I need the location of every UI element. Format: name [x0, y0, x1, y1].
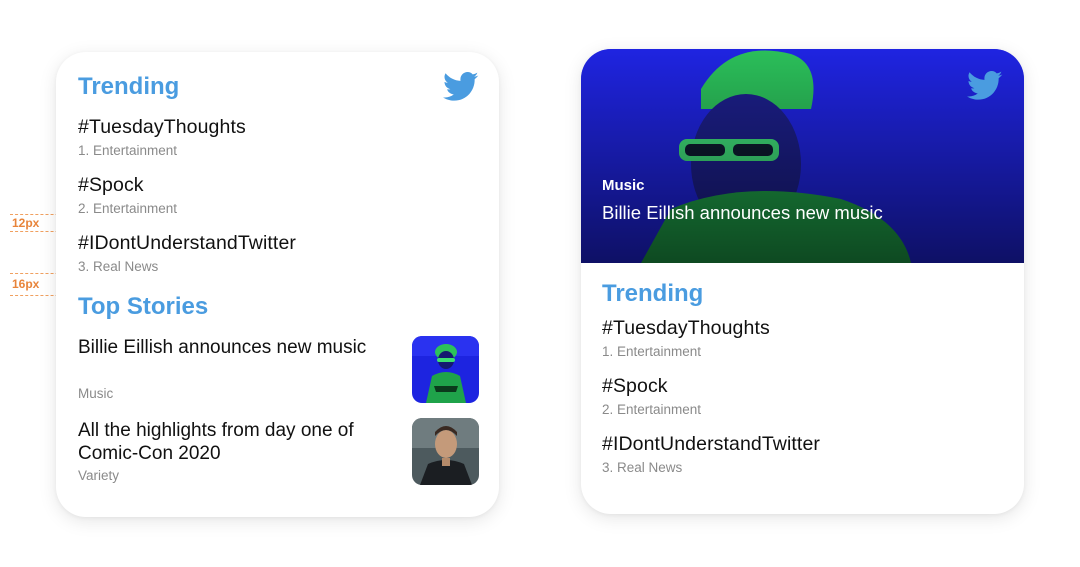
- trend-item-tag[interactable]: #TuesdayThoughts: [602, 317, 770, 340]
- widget-showcase: 12px 16px Trending #TuesdayThoughts 1. E…: [0, 0, 1080, 567]
- trend-item-tag[interactable]: #IDontUnderstandTwitter: [78, 232, 296, 255]
- story-thumbnail[interactable]: [412, 336, 479, 403]
- story-headline[interactable]: Billie Eillish announces new music: [78, 336, 398, 359]
- trend-item-category: 2. Entertainment: [602, 402, 702, 417]
- trend-item-tag[interactable]: #IDontUnderstandTwitter: [602, 433, 820, 456]
- top-stories-heading: Top Stories: [78, 293, 209, 320]
- story-source: Variety: [78, 468, 120, 483]
- twitter-bird-icon: [967, 71, 1003, 101]
- trend-item-category: 3. Real News: [602, 460, 683, 475]
- hero-image: [581, 49, 1024, 263]
- trend-item-category: 1. Entertainment: [78, 143, 178, 158]
- trending-heading: Trending: [78, 73, 180, 100]
- trend-item-category: 3. Real News: [78, 259, 159, 274]
- trend-item-tag[interactable]: #TuesdayThoughts: [78, 116, 246, 139]
- twitter-bird-icon: [443, 72, 479, 102]
- trend-item-category: 1. Entertainment: [602, 344, 702, 359]
- hero-story[interactable]: Music Billie Eillish announces new music: [581, 49, 1024, 263]
- trending-widget-large[interactable]: Trending #TuesdayThoughts 1. Entertainme…: [56, 52, 499, 517]
- spacing-label-12: 12px: [12, 216, 40, 230]
- story-source: Music: [78, 386, 114, 401]
- hero-headline[interactable]: Billie Eillish announces new music: [602, 201, 902, 224]
- trending-widget-hero[interactable]: Music Billie Eillish announces new music…: [581, 49, 1024, 514]
- trend-item-category: 2. Entertainment: [78, 201, 178, 216]
- trend-item-tag[interactable]: #Spock: [78, 174, 144, 197]
- hero-category: Music: [602, 177, 645, 194]
- spacing-label-16: 16px: [12, 277, 40, 291]
- story-thumbnail[interactable]: [412, 418, 479, 485]
- story-headline[interactable]: All the highlights from day one of Comic…: [78, 419, 398, 465]
- trending-heading: Trending: [602, 280, 704, 307]
- trend-item-tag[interactable]: #Spock: [602, 375, 668, 398]
